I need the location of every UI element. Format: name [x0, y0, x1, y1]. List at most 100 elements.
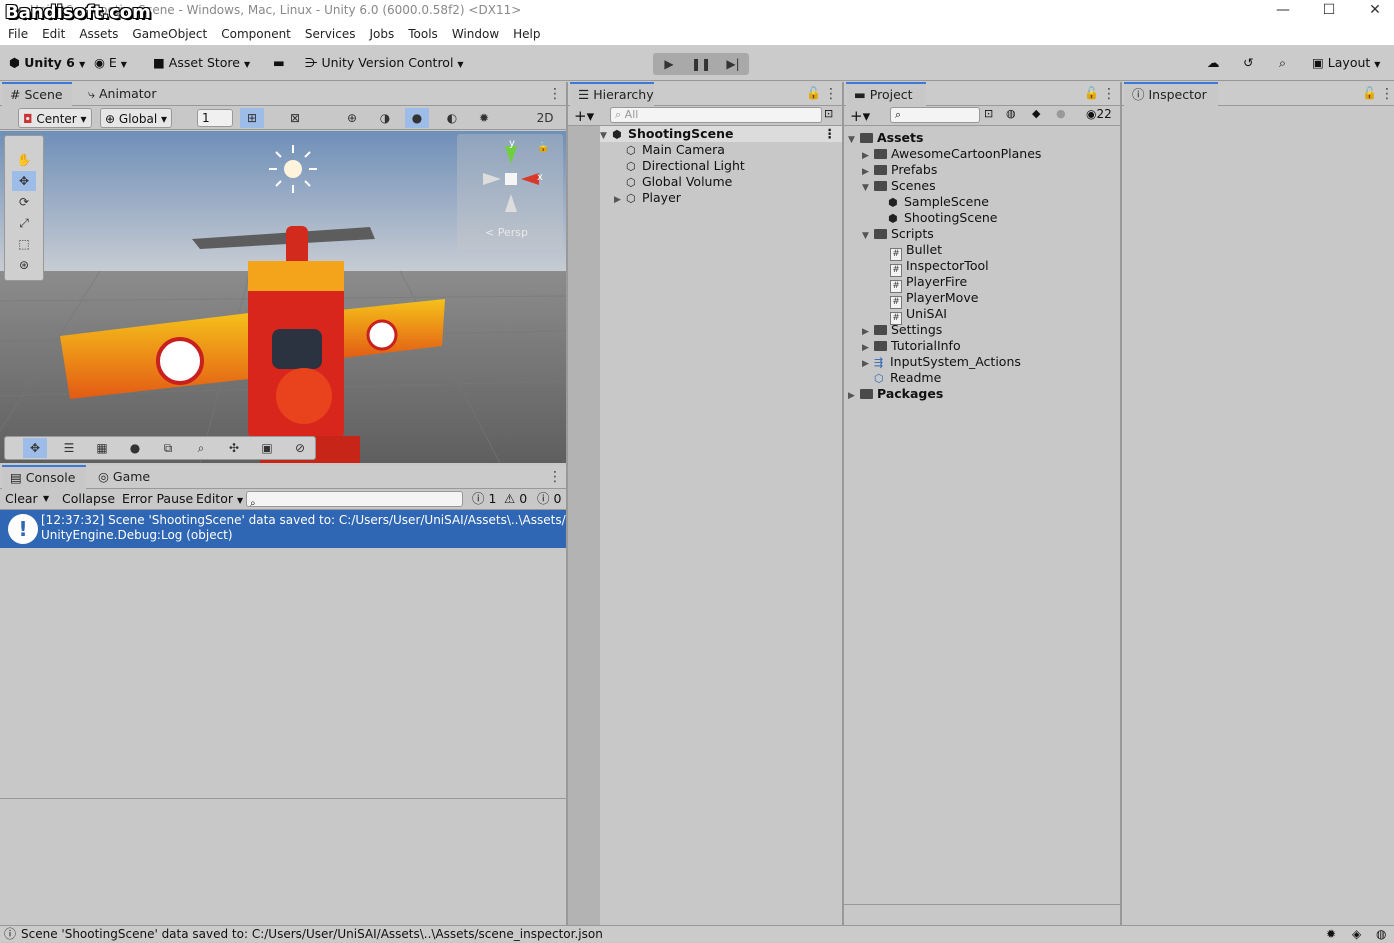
- error-count[interactable]: ⓘ 0: [537, 489, 561, 509]
- history-icon[interactable]: ↺: [1243, 52, 1253, 74]
- menu-gameobject[interactable]: GameObject: [124, 24, 213, 41]
- menu-services[interactable]: Services: [297, 24, 362, 41]
- step-button[interactable]: ▶|: [717, 53, 749, 75]
- clear-dropdown[interactable]: ▼: [43, 489, 49, 509]
- asset-row[interactable]: # Bullet: [890, 242, 942, 261]
- compass-icon[interactable]: ⊘: [288, 438, 312, 458]
- tab-game[interactable]: ◎ Game: [90, 465, 160, 489]
- hierarchy-search-input[interactable]: ⌕ All: [610, 107, 822, 123]
- folder-row[interactable]: ▼ Scripts: [862, 226, 934, 242]
- asset-row[interactable]: # UniSAI: [890, 306, 947, 325]
- tab-animator[interactable]: ⤷ Animator: [80, 82, 170, 106]
- close-button[interactable]: ✕: [1352, 0, 1394, 24]
- effects-icon[interactable]: ◐: [440, 108, 464, 128]
- sphere-icon[interactable]: ●: [123, 438, 147, 458]
- inspector-menu-icon[interactable]: ⋮: [1380, 86, 1394, 102]
- create-asset-button[interactable]: +▾: [850, 107, 870, 125]
- folder-row[interactable]: ▶ Settings: [862, 322, 942, 338]
- grid-size-input[interactable]: 1: [197, 109, 233, 127]
- menu-component[interactable]: Component: [213, 24, 297, 41]
- scene-viewport[interactable]: y x < Persp 🔒 ✋ ✥ ⟳ ⤢ ⬚ ⊛ ✥ ☰ ▦ ● ⧉ ⌕ ✣ …: [0, 131, 566, 463]
- search-mode-icon[interactable]: ⊡: [984, 107, 993, 120]
- warning-count[interactable]: ⚠ 0: [504, 489, 527, 509]
- unity-account-button[interactable]: ⬢ Unity 6 ▼: [9, 52, 85, 74]
- scene-root-row[interactable]: ▼ ⬢ ShootingScene ⋮: [600, 126, 842, 142]
- favorites-icon[interactable]: ●: [1056, 107, 1066, 120]
- persp-label[interactable]: < Persp: [485, 226, 528, 239]
- lock-icon[interactable]: 🔒: [537, 142, 549, 153]
- draw-mode-icon[interactable]: ⊕: [340, 108, 364, 128]
- scene-menu-icon[interactable]: ⋮: [548, 86, 562, 102]
- play-button[interactable]: ▶: [653, 53, 685, 75]
- maximize-button[interactable]: ☐: [1306, 0, 1352, 24]
- folder-row[interactable]: ▶ TutorialInfo: [862, 338, 961, 354]
- align-icon[interactable]: ☰: [57, 438, 81, 458]
- asset-row[interactable]: ⬢ SampleScene: [888, 194, 989, 210]
- lock-icon[interactable]: 🔓: [1084, 86, 1099, 100]
- scale-tool-icon[interactable]: ⤢: [12, 213, 36, 233]
- increment-snap-icon[interactable]: ⊠: [283, 108, 307, 128]
- clear-button[interactable]: Clear: [5, 489, 38, 509]
- minimize-button[interactable]: —: [1260, 0, 1306, 24]
- rect-tool-icon[interactable]: ⬚: [12, 234, 36, 254]
- navigate-icon[interactable]: ✣: [222, 438, 246, 458]
- debug-icon[interactable]: ✹: [1326, 926, 1336, 943]
- package-icon[interactable]: ▬: [273, 52, 285, 74]
- zoom-icon[interactable]: ⌕: [189, 438, 213, 458]
- tab-scene[interactable]: # Scene: [2, 82, 72, 106]
- create-button[interactable]: +▾: [574, 107, 594, 125]
- project-search-input[interactable]: ⌕: [890, 107, 980, 123]
- menu-jobs[interactable]: Jobs: [362, 24, 401, 41]
- pivot-dropdown[interactable]: ◘ Center ▾: [18, 108, 92, 128]
- search-mode-icon[interactable]: ⊡: [824, 107, 833, 120]
- move-tool-icon[interactable]: ✥: [12, 171, 36, 191]
- menu-assets[interactable]: Assets: [71, 24, 124, 41]
- scene-view-icon[interactable]: ◈: [1352, 926, 1361, 943]
- transform-tool-icon[interactable]: ⊛: [12, 255, 36, 275]
- hierarchy-item[interactable]: ⬡ Main Camera: [626, 142, 725, 158]
- asset-row[interactable]: ⬡ Readme: [874, 370, 941, 386]
- gizmos-icon[interactable]: ✹: [472, 108, 496, 128]
- folder-row[interactable]: ▶ AwesomeCartoonPlanes: [862, 146, 1041, 162]
- status-message[interactable]: Scene 'ShootingScene' data saved to: C:/…: [21, 926, 603, 943]
- folder-row[interactable]: ▼ Assets: [848, 130, 923, 146]
- tab-console[interactable]: ▤ Console: [2, 465, 86, 489]
- asset-row[interactable]: # PlayerMove: [890, 290, 978, 309]
- tab-hierarchy[interactable]: ☰ Hierarchy: [570, 82, 654, 106]
- search-icon[interactable]: ⌕: [1279, 52, 1286, 74]
- menu-edit[interactable]: Edit: [34, 24, 71, 41]
- layout-dropdown[interactable]: ▣ Layout ▼: [1312, 52, 1380, 74]
- asset-row[interactable]: ⬢ ShootingScene: [888, 210, 998, 226]
- asset-row[interactable]: # PlayerFire: [890, 274, 967, 293]
- orientation-gizmo[interactable]: y x < Persp 🔒: [457, 134, 563, 250]
- rotate-tool-icon[interactable]: ⟳: [12, 192, 36, 212]
- notifications-icon[interactable]: ◍: [1376, 926, 1386, 943]
- menu-window[interactable]: Window: [444, 24, 505, 41]
- error-pause-button[interactable]: Error Pause: [122, 489, 193, 509]
- tab-inspector[interactable]: ⓘ Inspector: [1124, 82, 1218, 106]
- hierarchy-item[interactable]: ▶ ⬡ Player: [614, 190, 681, 206]
- tab-project[interactable]: ▬ Project: [846, 82, 926, 106]
- hierarchy-menu-icon[interactable]: ⋮: [824, 86, 838, 102]
- pause-button[interactable]: ❚❚: [685, 53, 717, 75]
- account-dropdown[interactable]: ◉ E ▼: [94, 52, 127, 74]
- space-dropdown[interactable]: ⊕ Global ▾: [100, 108, 173, 128]
- asset-row[interactable]: # InspectorTool: [890, 258, 989, 277]
- grid-visual-icon[interactable]: ▦: [90, 438, 114, 458]
- asset-row[interactable]: ▶ ⇶ InputSystem_Actions: [862, 354, 1021, 370]
- console-search-input[interactable]: ⌕: [246, 491, 463, 509]
- hand-tool-icon[interactable]: ✋: [12, 150, 36, 170]
- folder-row[interactable]: ▼ Scenes: [862, 178, 936, 194]
- editor-dropdown[interactable]: Editor ▼: [196, 489, 243, 511]
- hidden-packages-toggle[interactable]: ◉22: [1086, 107, 1112, 121]
- console-menu-icon[interactable]: ⋮: [548, 469, 562, 485]
- filter-label-icon[interactable]: ◆: [1032, 107, 1040, 120]
- layers-icon[interactable]: ⧉: [156, 438, 180, 458]
- folder-row[interactable]: ▶ Prefabs: [862, 162, 937, 178]
- version-control-button[interactable]: ⋺ Unity Version Control ▼: [305, 52, 464, 74]
- info-count[interactable]: ⓘ 1: [472, 489, 496, 509]
- grid-snap-icon[interactable]: ⊞: [240, 108, 264, 128]
- move-handle-icon[interactable]: ✥: [23, 438, 47, 458]
- project-menu-icon[interactable]: ⋮: [1102, 86, 1116, 102]
- 2d-toggle-icon[interactable]: 2D: [533, 108, 557, 128]
